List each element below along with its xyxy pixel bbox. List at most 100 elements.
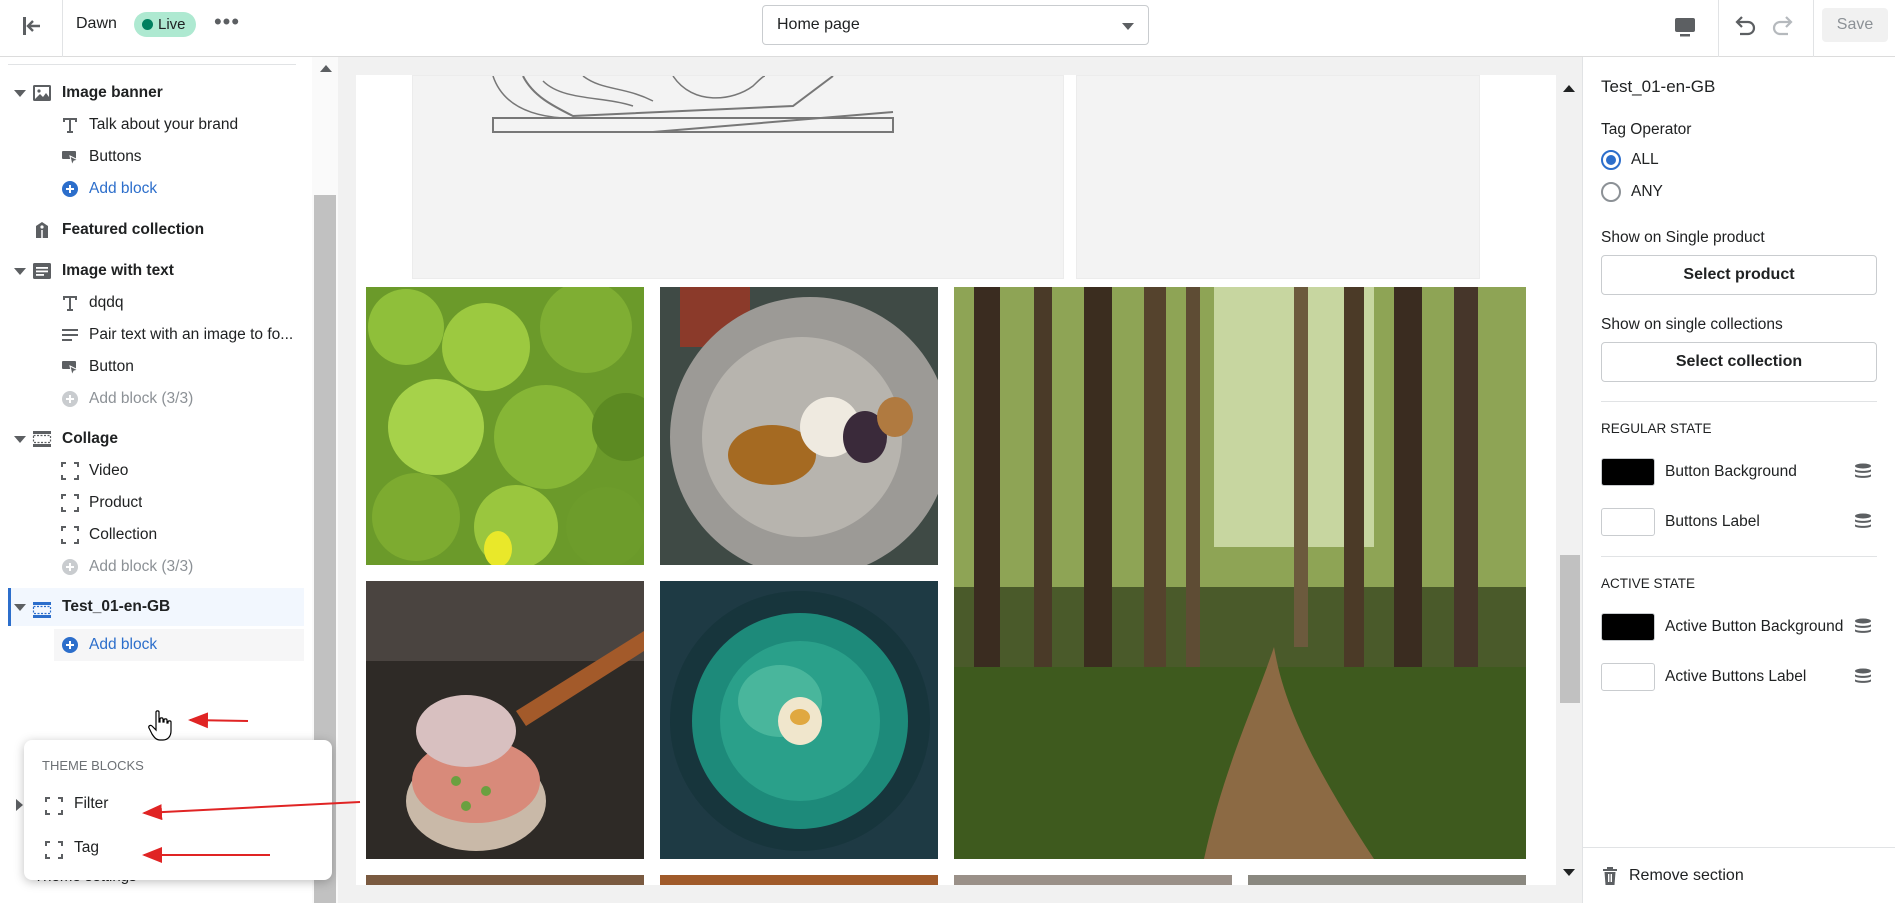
block-label: Collection	[89, 526, 158, 543]
section-featured-collection[interactable]: Featured collection	[0, 214, 304, 246]
block-product[interactable]: Product	[0, 487, 304, 519]
tag-icon	[32, 220, 52, 240]
collage-icon	[32, 429, 52, 449]
scroll-up-icon[interactable]	[1563, 85, 1575, 92]
block-frame-icon	[60, 525, 80, 545]
chevron-down-icon[interactable]	[14, 604, 26, 611]
section-label: Test_01-en-GB	[62, 598, 171, 615]
top-bar: Dawn Live ••• Home page Save	[0, 0, 1895, 57]
select-product-button[interactable]: Select product	[1601, 255, 1877, 295]
block-label: Talk about your brand	[89, 116, 239, 133]
scroll-down-icon[interactable]	[1563, 869, 1575, 876]
block-video[interactable]: Video	[0, 455, 304, 487]
color-label: Active Buttons Label	[1665, 668, 1807, 685]
add-block-label: Add block	[89, 180, 158, 197]
block-collection[interactable]: Collection	[0, 519, 304, 551]
dynamic-source-icon[interactable]	[1853, 617, 1873, 637]
selected-indicator	[8, 588, 11, 626]
scrollbar-thumb[interactable]	[1560, 555, 1580, 703]
block-dqdq[interactable]: dqdq	[0, 287, 304, 319]
add-block-button[interactable]: Add block	[0, 173, 304, 205]
dynamic-source-icon[interactable]	[1853, 512, 1873, 532]
block-button[interactable]: Button	[0, 351, 304, 383]
remove-section-button[interactable]: Remove section	[1601, 862, 1744, 890]
block-label: Buttons	[89, 148, 142, 165]
section-collage[interactable]: Collage	[0, 423, 304, 455]
color-swatch-buttons-label[interactable]	[1601, 508, 1655, 536]
chevron-right-icon[interactable]	[16, 799, 23, 811]
settings-panel: Test_01-en-GB Tag Operator ALL ANY Show …	[1582, 57, 1895, 903]
desktop-view-icon[interactable]	[1670, 12, 1700, 42]
block-label: dqdq	[89, 294, 124, 311]
divider	[1813, 0, 1814, 57]
block-frame-icon	[60, 461, 80, 481]
scroll-up-icon[interactable]	[320, 65, 332, 72]
dynamic-source-icon[interactable]	[1853, 667, 1873, 687]
add-block-label: Add block (3/3)	[89, 558, 194, 575]
block-frame-icon	[44, 838, 64, 859]
color-swatch-active-buttons-label[interactable]	[1601, 663, 1655, 691]
chevron-down-icon[interactable]	[14, 268, 26, 275]
gallery-image-forest[interactable]	[954, 287, 1526, 859]
gallery-image-partial[interactable]	[366, 875, 644, 885]
section-image-with-text[interactable]: Image with text	[0, 255, 304, 287]
divider	[62, 0, 63, 57]
single-product-label: Show on Single product	[1601, 229, 1765, 246]
more-actions-icon[interactable]: •••	[212, 11, 242, 38]
block-label: Pair text with an image to fo...	[89, 326, 294, 343]
preview-scrollbar[interactable]	[1556, 75, 1582, 885]
section-image-banner[interactable]: Image banner	[0, 77, 304, 109]
exit-icon[interactable]	[18, 12, 46, 40]
plus-circle-icon	[60, 635, 80, 655]
gallery-image-dish[interactable]	[660, 287, 938, 565]
divider	[1601, 401, 1877, 402]
hand-cursor-icon	[148, 710, 174, 742]
active-state-heading: ACTIVE STATE	[1601, 576, 1696, 591]
color-label: Buttons Label	[1665, 513, 1760, 530]
remove-section-label: Remove section	[1629, 867, 1744, 884]
add-block-button[interactable]: Add block	[54, 629, 304, 661]
undo-icon[interactable]	[1728, 10, 1760, 42]
dynamic-source-icon[interactable]	[1853, 462, 1873, 482]
store-preview[interactable]	[356, 75, 1556, 885]
text-icon	[60, 115, 80, 135]
theme-name: Dawn	[76, 15, 117, 32]
radio-all[interactable]	[1601, 150, 1621, 170]
trash-icon	[1601, 867, 1619, 885]
add-block-button-disabled: Add block (3/3)	[0, 551, 304, 583]
save-button[interactable]: Save	[1822, 8, 1888, 42]
popover-item-tag[interactable]: Tag	[36, 830, 320, 866]
add-block-button-disabled: Add block (3/3)	[0, 383, 304, 415]
select-collection-button[interactable]: Select collection	[1601, 342, 1877, 382]
block-label: Button	[89, 358, 134, 375]
regular-state-heading: REGULAR STATE	[1601, 421, 1712, 436]
gallery-image-partial[interactable]	[1248, 875, 1526, 885]
popover-item-filter[interactable]: Filter	[36, 786, 320, 822]
section-label: Featured collection	[62, 221, 205, 238]
radio-any[interactable]	[1601, 182, 1621, 202]
block-buttons[interactable]: Buttons	[0, 141, 304, 173]
divider	[1601, 556, 1877, 557]
page-selector-value: Home page	[777, 16, 860, 33]
gallery-image-bowl[interactable]	[660, 581, 938, 859]
color-label: Active Button Background	[1665, 618, 1844, 635]
chevron-down-icon[interactable]	[14, 90, 26, 97]
tag-operator-label: Tag Operator	[1601, 121, 1692, 138]
live-badge: Live	[134, 12, 196, 37]
gallery-image-partial[interactable]	[660, 875, 938, 885]
gallery-image-dessert[interactable]	[366, 581, 644, 859]
button-icon	[60, 147, 80, 167]
divider	[8, 64, 296, 65]
redo-icon[interactable]	[1768, 10, 1800, 42]
popover-item-label: Tag	[74, 839, 99, 856]
divider	[1718, 0, 1719, 57]
color-swatch-active-button-background[interactable]	[1601, 613, 1655, 641]
section-test-01-en-gb[interactable]: Test_01-en-GB	[8, 588, 304, 626]
color-swatch-button-background[interactable]	[1601, 458, 1655, 486]
gallery-image-leaves[interactable]	[366, 287, 644, 565]
page-selector[interactable]: Home page	[762, 5, 1149, 45]
block-talk-about-brand[interactable]: Talk about your brand	[0, 109, 304, 141]
chevron-down-icon[interactable]	[14, 436, 26, 443]
gallery-image-partial[interactable]	[954, 875, 1232, 885]
block-pair-text[interactable]: Pair text with an image to fo...	[0, 319, 304, 351]
